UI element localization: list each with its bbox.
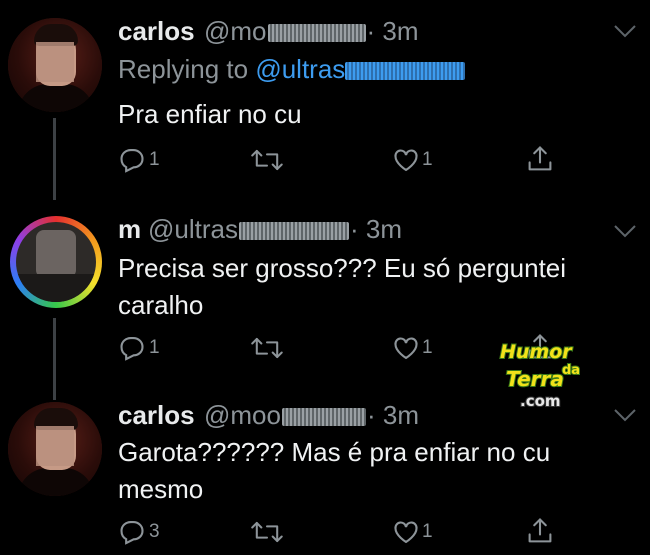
reply-count: 3 (149, 521, 160, 542)
watermark-line3: Terra (506, 367, 564, 391)
user-handle[interactable]: @ultras · 3m (148, 214, 402, 245)
thread-line (53, 318, 56, 400)
watermark-line2: da (562, 363, 580, 378)
timestamp: · 3m (366, 400, 419, 430)
reply-count: 1 (149, 337, 160, 358)
handle-text: @ultras (148, 214, 238, 244)
chevron-down-icon[interactable] (612, 406, 638, 424)
like-button[interactable]: 1 (392, 334, 433, 362)
reply-button[interactable]: 1 (118, 334, 160, 362)
like-count: 1 (422, 149, 433, 170)
reply-icon (120, 149, 144, 173)
avatar[interactable] (10, 216, 102, 308)
replying-handle-link[interactable]: @ultras (255, 54, 466, 84)
avatar[interactable] (8, 18, 102, 112)
chevron-down-icon[interactable] (612, 222, 638, 240)
display-name[interactable]: m (118, 214, 141, 245)
reply-icon (120, 337, 144, 361)
chevron-down-icon[interactable] (612, 22, 638, 40)
reply-button[interactable]: 3 (118, 518, 160, 546)
retweet-icon (251, 521, 283, 543)
redaction (345, 62, 466, 81)
display-name[interactable]: carlos (118, 400, 195, 431)
redaction (281, 408, 366, 427)
user-handle[interactable]: @moo · 3m (204, 400, 419, 431)
avatar[interactable] (8, 402, 102, 496)
like-count: 1 (422, 521, 433, 542)
retweet-button[interactable] (250, 146, 284, 174)
thread-line (53, 118, 56, 200)
like-icon (394, 521, 418, 544)
replying-to: Replying to @ultras (118, 54, 466, 85)
replying-label: Replying to (118, 54, 249, 84)
like-count: 1 (422, 337, 433, 358)
like-icon (394, 149, 418, 172)
reply-button[interactable]: 1 (118, 146, 160, 174)
redaction (267, 24, 366, 43)
redaction (238, 222, 349, 241)
retweet-icon (251, 149, 283, 171)
like-icon (394, 337, 418, 360)
retweet-icon (251, 337, 283, 359)
handle-text: @mo (204, 16, 267, 46)
like-button[interactable]: 1 (392, 518, 433, 546)
like-button[interactable]: 1 (392, 146, 433, 174)
watermark-line4: .com (520, 392, 561, 410)
reply-icon (120, 521, 144, 545)
timestamp: · 3m (349, 214, 402, 244)
watermark-line1: Humor (500, 341, 573, 363)
tweet-text: Pra enfiar no cu (118, 99, 302, 129)
reply-count: 1 (149, 149, 160, 170)
watermark-logo: Humor da Terra .com (499, 340, 581, 411)
timestamp: · 3m (366, 16, 419, 46)
share-icon (528, 146, 552, 171)
display-name[interactable]: carlos (118, 16, 195, 47)
handle-text: @moo (204, 400, 281, 430)
retweet-button[interactable] (250, 334, 284, 362)
retweet-button[interactable] (250, 518, 284, 546)
share-button[interactable] (526, 144, 554, 174)
share-button[interactable] (526, 516, 554, 546)
tweet-text: Precisa ser grosso??? Eu só perguntei ca… (118, 253, 567, 320)
replying-handle-text: @ultras (255, 54, 346, 84)
tweet-text: Garota?????? Mas é pra enfiar no cu mesm… (118, 437, 551, 504)
share-icon (528, 518, 552, 543)
user-handle[interactable]: @mo · 3m (204, 16, 419, 47)
